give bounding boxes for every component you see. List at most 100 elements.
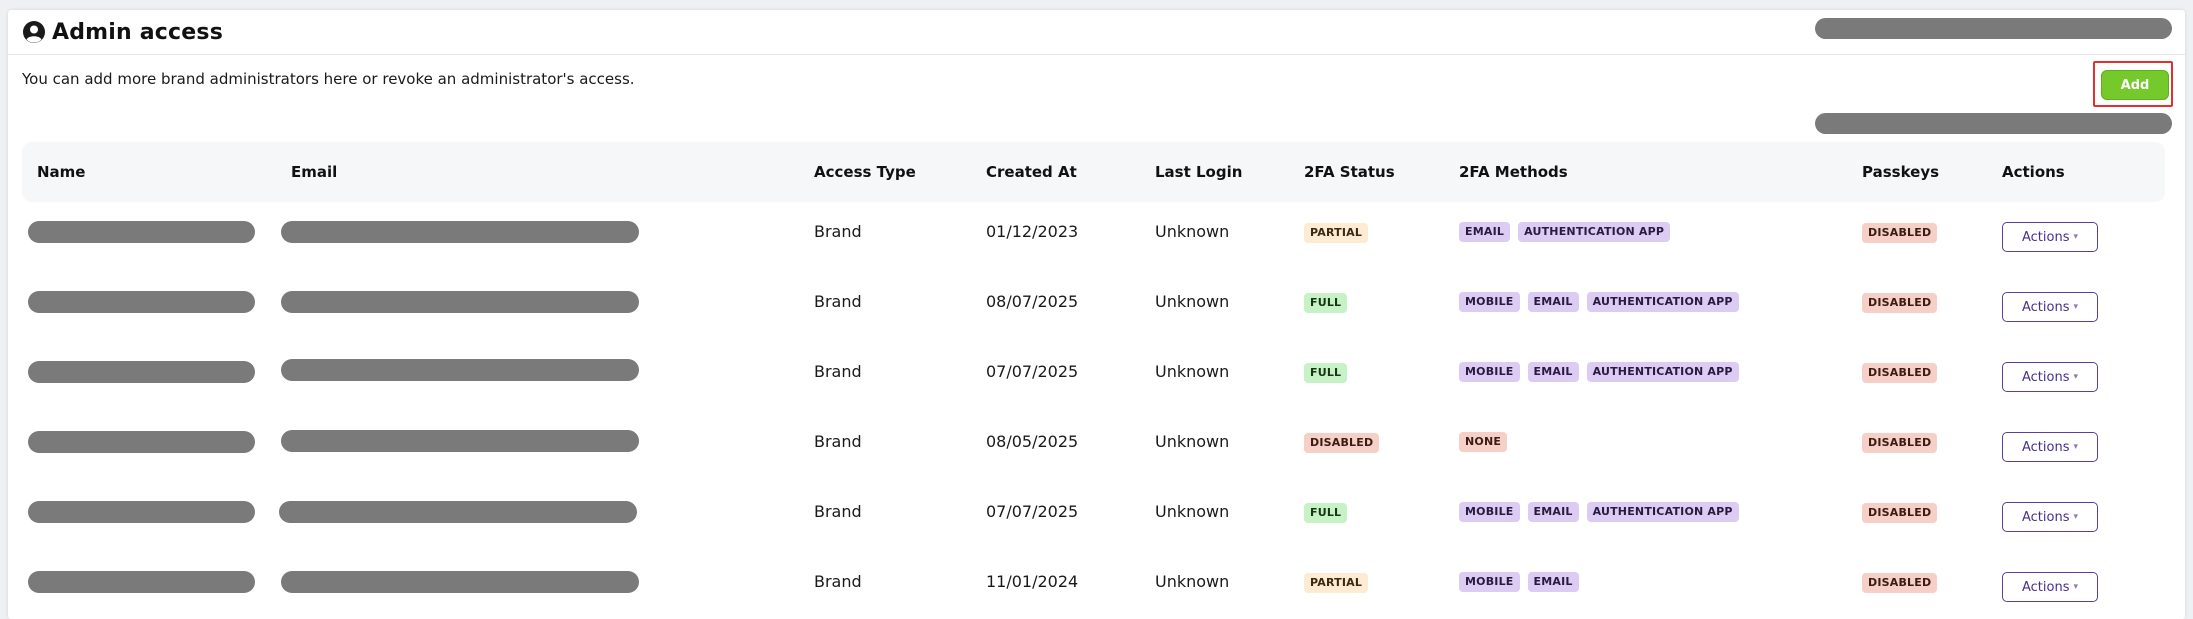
row-actions-button[interactable]: Actions ▾ [2002,222,2098,252]
redacted-name [28,501,255,523]
user-circle-icon [23,21,45,43]
last-login-cell: Unknown [1155,222,1230,241]
table-row: Brand 08/07/2025 Unknown FULL MOBILE EMA… [22,290,2165,360]
row-actions-button[interactable]: Actions ▾ [2002,292,2098,322]
2fa-method-badge: AUTHENTICATION APP [1586,292,1739,312]
column-header-2fa-status[interactable]: 2FA Status [1304,142,1395,202]
access-type-cell: Brand [814,502,862,521]
passkeys-badge: DISABLED [1862,433,1938,453]
passkeys-badge: DISABLED [1862,363,1938,383]
created-at-cell: 07/07/2025 [986,502,1079,521]
passkeys-badge: DISABLED [1862,223,1938,243]
2fa-method-badge: MOBILE [1459,502,1520,522]
page-title-text: Admin access [52,19,223,45]
access-type-cell: Brand [814,292,862,311]
access-type-cell: Brand [814,222,862,241]
2fa-methods-list: MOBILE EMAIL AUTHENTICATION APP [1459,362,1739,382]
column-header-2fa-methods[interactable]: 2FA Methods [1459,142,1568,202]
2fa-method-badge: MOBILE [1459,572,1520,592]
redacted-email [281,291,639,313]
2fa-method-badge: NONE [1459,432,1508,452]
chevron-down-icon: ▾ [2073,512,2079,522]
add-administrator-button[interactable]: Add [2101,70,2169,100]
2fa-methods-list: MOBILE EMAIL AUTHENTICATION APP [1459,292,1739,312]
2fa-status-badge: DISABLED [1304,433,1380,453]
access-type-cell: Brand [814,362,862,381]
column-header-name[interactable]: Name [37,142,85,202]
admin-access-panel: Admin access You can add more brand admi… [8,10,2185,619]
table-row: Brand 07/07/2025 Unknown FULL MOBILE EMA… [22,500,2165,570]
table-row: Brand 11/01/2024 Unknown PARTIAL MOBILE … [22,570,2165,619]
2fa-method-badge: MOBILE [1459,362,1520,382]
passkeys-badge: DISABLED [1862,293,1938,313]
redacted-header-info [1815,18,2172,39]
2fa-status-badge: FULL [1304,503,1348,523]
chevron-down-icon: ▾ [2073,372,2079,382]
redacted-email [281,571,639,593]
2fa-method-badge: EMAIL [1527,292,1579,312]
last-login-cell: Unknown [1155,432,1230,451]
table-row: Brand 08/05/2025 Unknown DISABLED NONE D… [22,430,2165,500]
column-header-last-login[interactable]: Last Login [1155,142,1242,202]
row-actions-label: Actions [2021,509,2070,525]
redacted-email [281,221,639,243]
redacted-email [281,430,639,452]
chevron-down-icon: ▾ [2073,442,2079,452]
2fa-status-badge: PARTIAL [1304,223,1369,243]
column-header-email[interactable]: Email [291,142,337,202]
row-actions-button[interactable]: Actions ▾ [2002,432,2098,462]
chevron-down-icon: ▾ [2073,232,2079,242]
table-header: Name Email Access Type Created At Last L… [22,142,2165,202]
redacted-info-bar [1815,113,2172,134]
2fa-method-badge: EMAIL [1527,572,1579,592]
created-at-cell: 11/01/2024 [986,572,1079,591]
chevron-down-icon: ▾ [2073,302,2079,312]
2fa-method-badge: AUTHENTICATION APP [1586,502,1739,522]
redacted-name [28,291,255,313]
column-header-actions[interactable]: Actions [2002,142,2065,202]
2fa-method-badge: EMAIL [1527,362,1579,382]
page-description: You can add more brand administrators he… [22,70,635,88]
last-login-cell: Unknown [1155,362,1230,381]
column-header-created-at[interactable]: Created At [986,142,1077,202]
2fa-status-badge: FULL [1304,363,1348,383]
row-actions-label: Actions [2021,439,2070,455]
created-at-cell: 07/07/2025 [986,362,1079,381]
access-type-cell: Brand [814,432,862,451]
2fa-method-badge: EMAIL [1527,502,1579,522]
page-title: Admin access [22,18,223,46]
table-row: Brand 07/07/2025 Unknown FULL MOBILE EMA… [22,359,2165,430]
row-actions-label: Actions [2021,369,2070,385]
row-actions-button[interactable]: Actions ▾ [2002,572,2098,602]
redacted-name [28,571,255,593]
last-login-cell: Unknown [1155,292,1230,311]
row-actions-button[interactable]: Actions ▾ [2002,362,2098,392]
row-actions-button[interactable]: Actions ▾ [2002,502,2098,532]
panel-header: Admin access [8,10,2185,55]
2fa-method-badge: MOBILE [1459,292,1520,312]
row-actions-label: Actions [2021,579,2070,595]
row-actions-label: Actions [2021,299,2070,315]
last-login-cell: Unknown [1155,502,1230,521]
redacted-email [279,501,637,523]
created-at-cell: 08/07/2025 [986,292,1079,311]
created-at-cell: 08/05/2025 [986,432,1079,451]
created-at-cell: 01/12/2023 [986,222,1079,241]
2fa-method-badge: EMAIL [1459,222,1511,242]
row-actions-label: Actions [2021,229,2070,245]
2fa-methods-list: EMAIL AUTHENTICATION APP [1459,222,1671,242]
access-type-cell: Brand [814,572,862,591]
chevron-down-icon: ▾ [2073,582,2079,592]
2fa-method-badge: AUTHENTICATION APP [1586,362,1739,382]
redacted-email [281,359,639,381]
redacted-name [28,221,255,243]
passkeys-badge: DISABLED [1862,573,1938,593]
2fa-methods-list: NONE [1459,432,1508,452]
2fa-methods-list: MOBILE EMAIL AUTHENTICATION APP [1459,502,1739,522]
2fa-method-badge: AUTHENTICATION APP [1518,222,1671,242]
column-header-access-type[interactable]: Access Type [814,142,916,202]
redacted-name [28,361,255,383]
2fa-methods-list: MOBILE EMAIL [1459,572,1579,592]
column-header-passkeys[interactable]: Passkeys [1862,142,1939,202]
2fa-status-badge: FULL [1304,293,1348,313]
